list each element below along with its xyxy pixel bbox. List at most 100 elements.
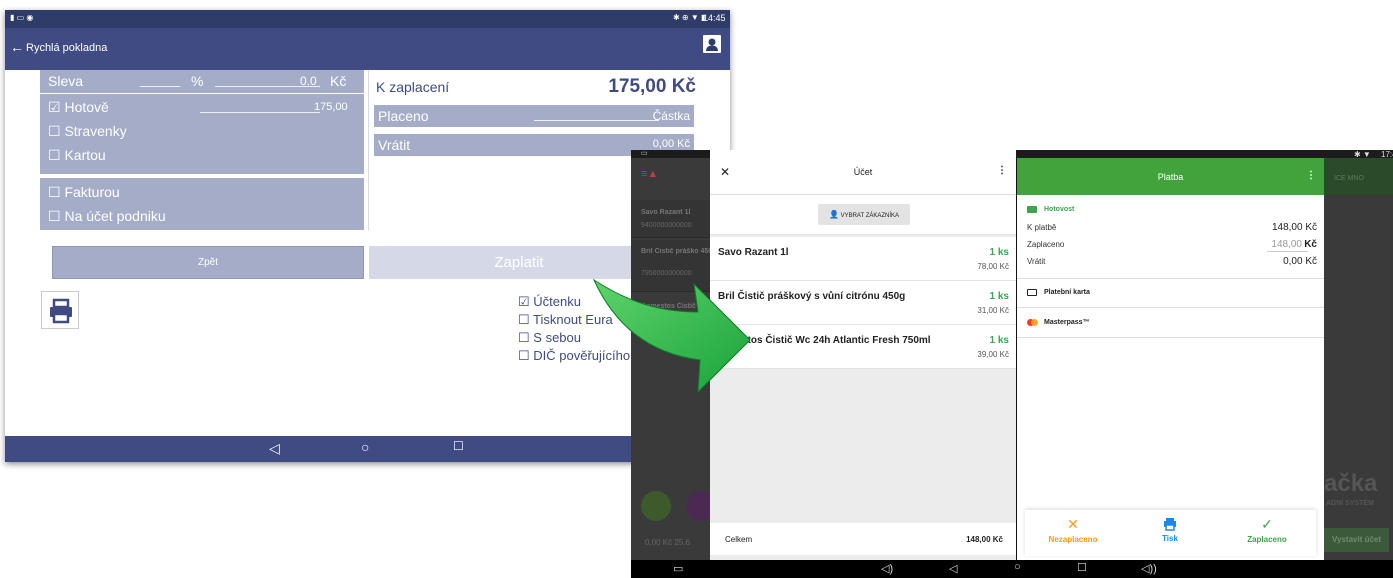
k-zaplaceni-row: K zaplacení 175,00 Kč	[376, 76, 696, 98]
status-bar: ▮ ▭ ◉ ✱ ⊕ ▼ ▮ 14:45	[5, 10, 730, 28]
screenshot-icon[interactable]: ▭	[673, 562, 683, 575]
bg-faded-labels: ICE MNO	[1334, 175, 1364, 182]
sleva-value[interactable]: 0.0	[300, 70, 317, 92]
status-time: 17:4	[1381, 150, 1393, 159]
stravenky-checkbox[interactable]: ☐ Stravenky	[48, 120, 127, 142]
zaplaceno-currency: Kč	[1304, 239, 1317, 250]
hotove-value[interactable]: 175,00	[314, 96, 348, 118]
k-zaplaceni-label: K zaplacení	[376, 79, 450, 95]
platebni-karta-row[interactable]: Platební karta	[1017, 279, 1324, 308]
printer-icon	[1122, 516, 1218, 532]
volume-down-icon[interactable]: ◁)	[881, 562, 893, 575]
item-price: 31,00 Kč	[977, 306, 1009, 315]
bg-item-code: 9400000000000	[641, 222, 692, 229]
select-customer-button[interactable]: 👤 VYBRAT ZÁKAZNÍKA	[818, 204, 910, 225]
sleva-percent: %	[191, 73, 204, 89]
zaplaceno-label: Zaplaceno	[1247, 535, 1287, 544]
sleva-label: Sleva	[48, 73, 84, 89]
user-icon[interactable]	[703, 35, 721, 53]
hotovost-section[interactable]: Hotovost K platbě 148,00 Kč Zaplaceno 14…	[1017, 195, 1324, 279]
placeno-value[interactable]: Částka	[653, 109, 690, 123]
item-qty: 1 ks	[989, 335, 1009, 346]
k-platbe-value: 148,00 Kč	[1271, 222, 1317, 233]
zaplaceno-label: Zaplaceno	[1027, 240, 1065, 249]
total-value: 148,00 Kč	[966, 535, 1003, 544]
kartou-checkbox[interactable]: ☐ Kartou	[48, 144, 106, 166]
sleva-currency: Kč	[330, 73, 347, 89]
kartou-label: Kartou	[64, 147, 106, 163]
app-bar: ← Rychlá pokladna	[5, 28, 730, 70]
zaplaceno-button[interactable]: ✓ Zaplaceno	[1219, 516, 1315, 544]
bg-item: Savo Razant 1l 9400000000000	[631, 200, 711, 238]
platba-header: Platba ⋮	[1017, 158, 1324, 195]
tisk-button[interactable]: Tisk	[1122, 516, 1218, 543]
notification-icons: ▮ ▭ ◉	[10, 13, 34, 22]
stravenky-label: Stravenky	[64, 123, 127, 139]
bg-item-name: Bril Čistič práško 450g	[641, 248, 711, 255]
vratit-value: 0,00 Kč	[1283, 256, 1317, 267]
item-qty: 1 ks	[989, 247, 1009, 258]
k-platbe-label: K platbě	[1027, 223, 1057, 232]
total-label: Celkem	[725, 535, 753, 544]
na-ucet-label: Na účet podniku	[64, 208, 166, 224]
masterpass-row[interactable]: Masterpass™	[1017, 308, 1324, 338]
option-s-sebou-label: S sebou	[533, 330, 581, 345]
total-row: Celkem 148,00 Kč	[710, 523, 1016, 555]
notification-icon: ▭	[641, 150, 648, 157]
status-icons: ✱ ⊕ ▼ ▮	[673, 13, 706, 22]
status-time: 14:45	[703, 13, 726, 23]
person-icon: 👤	[828, 210, 839, 219]
na-ucet-checkbox[interactable]: ☐ Na účet podniku	[48, 205, 166, 227]
item-price: 39,00 Kč	[977, 350, 1009, 359]
nav-back-icon[interactable]: ◁	[949, 562, 957, 575]
more-icon[interactable]: ⋮	[1306, 170, 1316, 181]
zaplaceno-input[interactable]: 148,00	[1271, 239, 1302, 250]
action-bar: ✕ Nezaplaceno Tisk ✓ Zaplaceno	[1025, 510, 1316, 556]
item-price: 78,00 Kč	[977, 262, 1009, 271]
payment-methods: Sleva % 0.0 Kč ☑ Hotově 175,00 ☐ Straven…	[40, 70, 364, 230]
nezaplaceno-button[interactable]: ✕ Nezaplaceno	[1025, 516, 1121, 544]
page-title: Rychlá pokladna	[26, 42, 108, 54]
cash-icon	[1027, 206, 1037, 213]
back-button[interactable]: Zpět	[52, 246, 364, 279]
printer-icon	[50, 298, 72, 324]
more-icon[interactable]: ⋮	[997, 165, 1007, 176]
nav-home-icon[interactable]: ○	[361, 439, 369, 455]
vratit-label: Vrátit	[378, 137, 411, 153]
background-right: ICE MNO ačka ADNÍ SYSTÉM Vystavit účet	[1324, 158, 1393, 569]
transition-arrow-icon	[592, 278, 751, 394]
back-arrow-icon[interactable]: ←	[10, 39, 24, 55]
fakturou-label: Fakturou	[64, 184, 120, 200]
nezaplaceno-label: Nezaplaceno	[1048, 535, 1098, 544]
tisk-label: Tisk	[1162, 534, 1178, 543]
vratit-label: Vrátit	[1027, 257, 1046, 266]
fakturou-checkbox[interactable]: ☐ Fakturou	[48, 181, 120, 203]
hotove-label: Hotově	[64, 99, 109, 115]
bg-values: 0,00 Kč 25,6	[645, 538, 690, 547]
select-customer-label: VYBRAT ZÁKAZNÍKA	[840, 213, 900, 219]
payment-box-2: ☐ Fakturou ☐ Na účet podniku	[40, 178, 364, 230]
item-qty: 1 ks	[989, 291, 1009, 302]
placeno-row[interactable]: Placeno Částka	[374, 105, 694, 127]
k-zaplaceni-value: 175,00 Kč	[608, 76, 696, 97]
nav-back-icon[interactable]: ◁	[269, 440, 280, 457]
payment-box-1: Sleva % 0.0 Kč ☑ Hotově 175,00 ☐ Straven…	[40, 70, 364, 174]
customer-row: 👤 VYBRAT ZÁKAZNÍKA	[710, 195, 1016, 235]
brand-subtitle: ADNÍ SYSTÉM	[1326, 500, 1374, 507]
volume-up-icon[interactable]: ◁))	[1141, 562, 1157, 575]
brand-logo: ačka	[1324, 470, 1378, 497]
nav-home-icon[interactable]: ○	[1014, 561, 1021, 573]
menu-icon: ≡▲	[641, 168, 659, 180]
ucet-title: Účet	[853, 167, 873, 177]
hotove-checkbox[interactable]: ☑ Hotově	[48, 96, 109, 118]
nav-recents-icon[interactable]: ☐	[453, 439, 464, 453]
ucet-header: ✕ Účet ⋮	[710, 150, 1016, 195]
vratit-value: 0,00 Kč	[652, 138, 690, 150]
platebni-karta-label: Platební karta	[1044, 289, 1090, 296]
option-uctenku-label: Účtenku	[533, 294, 581, 309]
check-icon: ✓	[1261, 516, 1273, 532]
nav-recents-icon[interactable]: ☐	[1077, 561, 1087, 574]
hotovost-label: Hotovost	[1044, 206, 1075, 213]
close-icon: ✕	[1067, 516, 1079, 532]
print-button[interactable]	[41, 291, 79, 329]
